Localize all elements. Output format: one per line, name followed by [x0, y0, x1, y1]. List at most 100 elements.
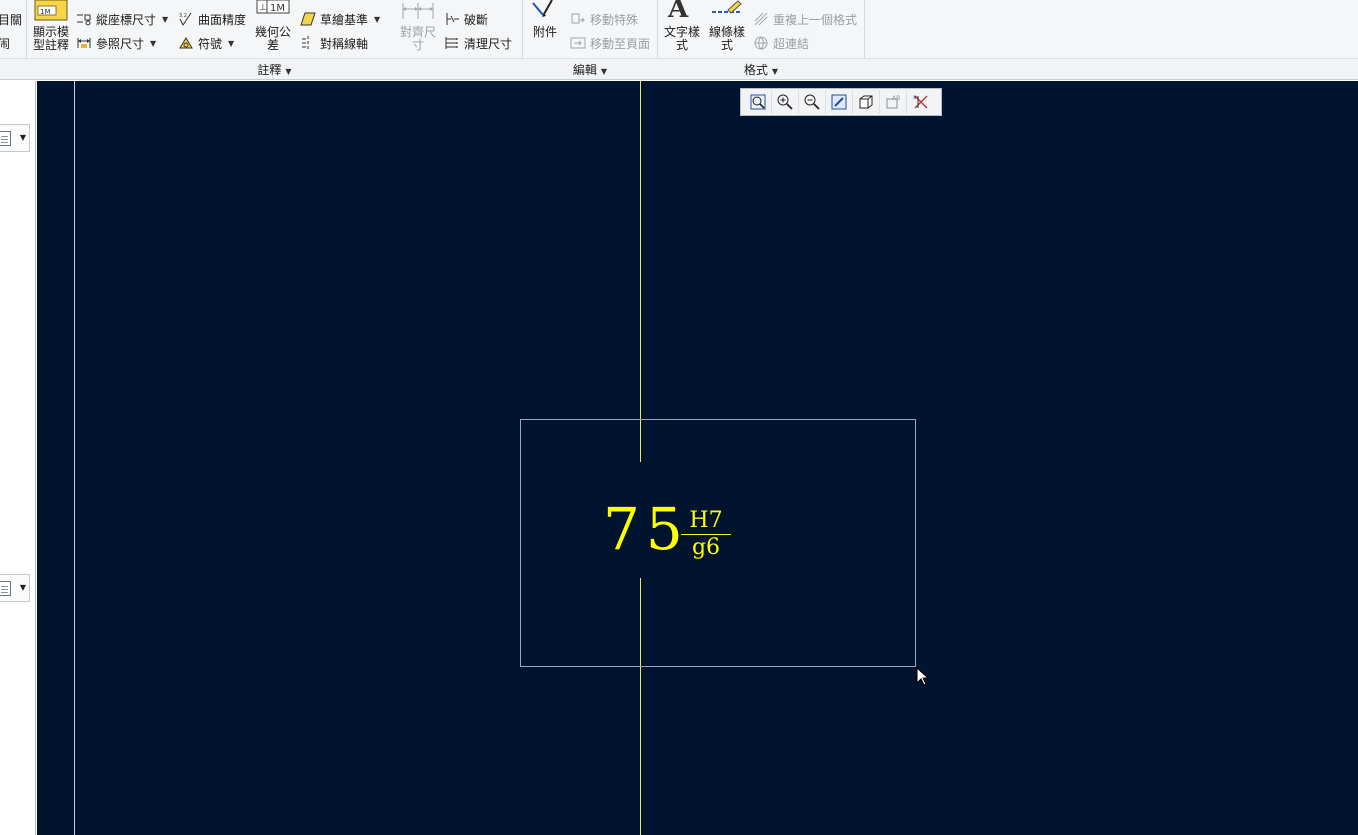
surface-finish-button[interactable]: 3.2 曲面精度 [178, 10, 246, 28]
dimension-nominal: 75 [603, 495, 689, 563]
drawing-canvas[interactable]: 75 H7 g6 AB x [37, 81, 1358, 835]
mouse-cursor-icon [916, 667, 930, 686]
symbol-dropdown-icon[interactable]: ▼ [228, 39, 234, 48]
text-style-button[interactable]: 文字樣 式 [662, 26, 702, 52]
cleanup-dimensions-label: 清理尺寸 [464, 36, 513, 51]
surface-finish-label: 曲面精度 [198, 12, 247, 27]
document-icon [0, 581, 11, 596]
left-panel: ▼ ▼ [0, 81, 36, 835]
partial-tool-top[interactable]: 目關 [0, 10, 22, 28]
align-dimension-line2: 寸 [411, 38, 424, 52]
symbol-label: 符號 [198, 36, 223, 51]
drawing-border-line [74, 81, 75, 835]
group-format[interactable]: 格式 ▼ [658, 61, 864, 78]
left-panel-item-top[interactable]: ▼ [0, 124, 30, 152]
break-button[interactable]: 破斷 [444, 10, 488, 28]
group-edit-label: 編輯 [572, 63, 597, 77]
move-special-label: 移動特殊 [590, 12, 639, 27]
repeat-last-format-icon [753, 11, 769, 27]
attachment-icon[interactable] [530, 0, 556, 25]
refit-icon[interactable] [745, 90, 772, 114]
svg-text:AB: AB [892, 95, 900, 102]
symbol-icon [178, 35, 194, 51]
symmetry-axis-label: 對稱線軸 [320, 36, 369, 51]
show-model-icon-text: 1M [40, 8, 51, 16]
tolerance-upper: H7 [689, 508, 723, 533]
ribbon: 目關 闹 1M 顯示模 型註釋 縱座標尺寸 ▼ 參照尺寸 ▼ 3.2 曲面精度 … [0, 0, 1358, 80]
partial-tool-bottom[interactable]: 闹 [0, 34, 10, 52]
text-style-icon-glyph: A [668, 0, 689, 24]
move-special-icon [570, 11, 586, 27]
datum-display-icon[interactable]: x [907, 90, 934, 114]
repeat-last-format-label: 重複上一個格式 [773, 12, 858, 27]
move-to-page-button[interactable]: 移動至頁面 [570, 34, 650, 52]
hyperlink-label: 超連結 [773, 36, 810, 51]
datum-feature-button[interactable]: 草繪基準 ▼ [300, 10, 380, 28]
group-annotate-label: 註釋 [257, 63, 282, 77]
repeat-last-format-button[interactable]: 重複上一個格式 [753, 10, 857, 28]
hyperlink-icon [753, 35, 769, 51]
ordinate-dimension-dropdown-icon[interactable]: ▼ [162, 15, 168, 24]
show-model-line2: 型註釋 [32, 38, 69, 52]
geometric-tolerance-icon[interactable]: ⊥ 1M [256, 0, 290, 19]
reference-dimension-button[interactable]: 參照尺寸 ▼ [76, 34, 156, 52]
attachment-button[interactable]: 附件 [530, 26, 560, 39]
break-label: 破斷 [464, 12, 489, 27]
show-model-annotations-button[interactable]: 顯示模 型註釋 [30, 26, 72, 52]
partial-tool-bottom-label: 闹 [0, 36, 11, 51]
ordinate-dimension-icon [76, 11, 92, 27]
line-style-button[interactable]: 線條樣 式 [706, 26, 748, 52]
group-format-label: 格式 [743, 63, 768, 77]
datum-feature-label: 草繪基準 [320, 12, 369, 27]
line-style-icon[interactable] [710, 0, 744, 19]
align-dimension-button[interactable]: 對齊尺 寸 [396, 26, 440, 52]
symmetry-axis-icon [300, 35, 316, 51]
left-panel-item-bottom[interactable]: ▼ [0, 574, 30, 602]
move-to-page-label: 移動至頁面 [590, 36, 651, 51]
text-style-icon[interactable]: A [668, 0, 688, 24]
symbol-button[interactable]: 符號 ▼ [178, 34, 234, 52]
zoom-out-icon[interactable] [799, 90, 826, 114]
move-special-button[interactable]: 移動特殊 [570, 10, 638, 28]
ribbon-body: 目關 闹 1M 顯示模 型註釋 縱座標尺寸 ▼ 參照尺寸 ▼ 3.2 曲面精度 … [0, 0, 1358, 79]
group-edit[interactable]: 編輯 ▼ [523, 61, 657, 78]
cleanup-dimensions-button[interactable]: 清理尺寸 [444, 34, 512, 52]
group-annotate-chevron-down-icon[interactable]: ▼ [285, 67, 291, 76]
text-style-line2: 式 [675, 38, 688, 52]
move-to-page-icon [570, 35, 586, 51]
ordinate-dimension-label: 縱座標尺寸 [96, 12, 157, 27]
geometric-tolerance-line2: 差 [266, 38, 279, 52]
partial-tool-top-label: 目關 [0, 12, 23, 27]
group-format-chevron-down-icon[interactable]: ▼ [772, 67, 778, 76]
chevron-down-icon[interactable]: ▼ [20, 133, 26, 142]
svg-text:⊥: ⊥ [259, 3, 267, 13]
surface-finish-icon: 3.2 [178, 11, 194, 27]
svg-text:3.2: 3.2 [179, 13, 187, 19]
chevron-down-icon[interactable]: ▼ [20, 583, 26, 592]
datum-feature-dropdown-icon[interactable]: ▼ [374, 15, 380, 24]
svg-text:x: x [913, 94, 917, 101]
align-dimension-icon[interactable] [402, 2, 434, 23]
zoom-in-icon[interactable] [772, 90, 799, 114]
reference-dimension-label: 參照尺寸 [96, 36, 145, 51]
centerline[interactable] [640, 81, 641, 462]
repaint-icon[interactable] [826, 90, 853, 114]
group-annotate[interactable]: 註釋 ▼ [27, 61, 522, 78]
annotation-display-icon[interactable]: AB [880, 90, 907, 114]
show-model-annotations-icon[interactable]: 1M [34, 0, 68, 25]
datum-feature-icon [300, 11, 316, 27]
group-edit-chevron-down-icon[interactable]: ▼ [601, 67, 607, 76]
ribbon-group-labels: 註釋 ▼ 編輯 ▼ 格式 ▼ [0, 58, 1358, 79]
hyperlink-button[interactable]: 超連結 [753, 34, 809, 52]
symmetry-axis-button[interactable]: 對稱線軸 [300, 34, 368, 52]
tolerance-lower: g6 [691, 535, 721, 560]
geometric-tolerance-button[interactable]: 幾何公 差 [252, 26, 294, 52]
view-toolbar: AB x [740, 88, 942, 116]
dimension-tolerance: H7 g6 [681, 509, 731, 559]
ordinate-dimension-button[interactable]: 縱座標尺寸 ▼ [76, 10, 168, 28]
cleanup-dimensions-icon [444, 35, 460, 51]
attachment-label: 附件 [532, 25, 557, 39]
display-style-icon[interactable] [853, 90, 880, 114]
reference-dimension-dropdown-icon[interactable]: ▼ [150, 39, 156, 48]
geometric-tolerance-icon-text: 1M [270, 3, 285, 14]
